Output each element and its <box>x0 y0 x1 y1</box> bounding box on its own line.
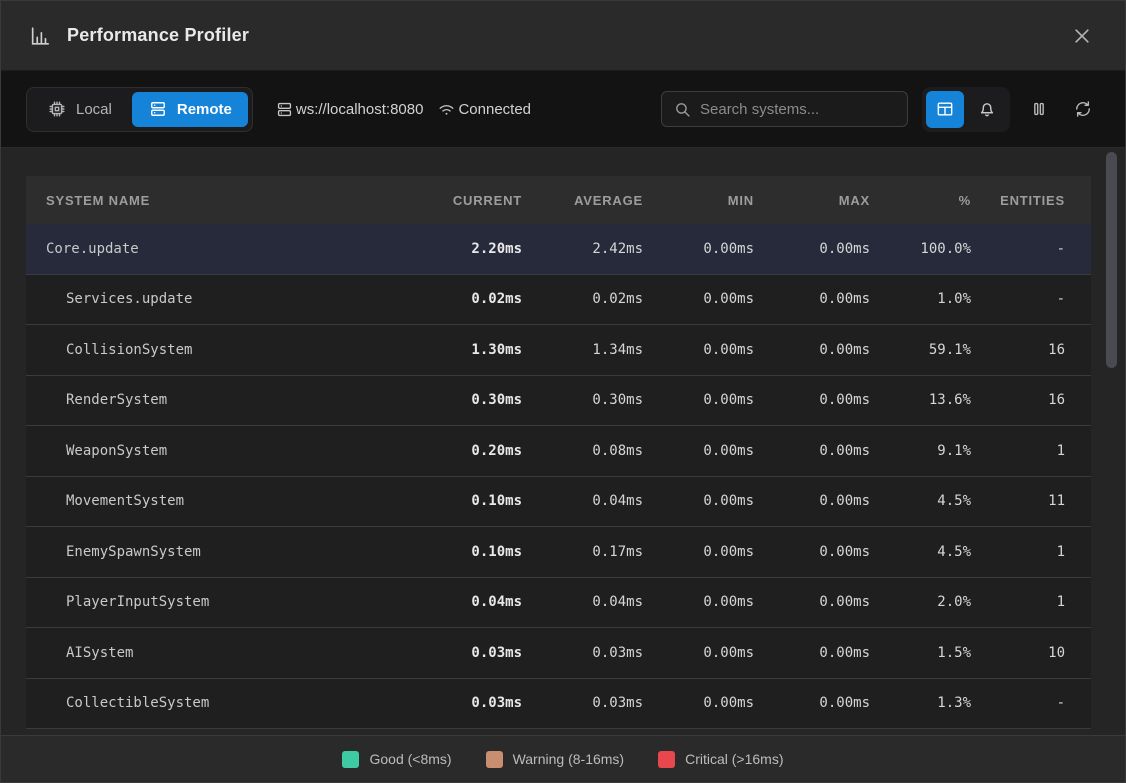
legend-good-label: Good (<8ms) <box>369 751 451 767</box>
toolbar: Local Remote <box>1 71 1125 148</box>
source-toggle-group: Local Remote <box>26 87 253 132</box>
column-header-min: MIN <box>643 193 754 208</box>
performance-profiler-window: Performance Profiler Local <box>0 0 1126 783</box>
vertical-scrollbar-track[interactable] <box>1105 150 1118 733</box>
server-icon <box>148 99 168 119</box>
legend-critical: Critical (>16ms) <box>658 751 783 768</box>
pause-button[interactable] <box>1022 92 1056 126</box>
systems-table: SYSTEM NAME CURRENT AVERAGE MIN MAX % EN… <box>26 176 1091 729</box>
connection-status-text: Connected <box>458 101 531 118</box>
search-input[interactable] <box>700 101 895 118</box>
table-row[interactable]: Core.update 2.20ms 2.42ms 0.00ms 0.00ms … <box>26 224 1091 275</box>
column-header-current: CURRENT <box>394 193 522 208</box>
table-body: Core.update 2.20ms 2.42ms 0.00ms 0.00ms … <box>26 224 1091 729</box>
connection-status: Connected <box>437 100 531 119</box>
critical-swatch <box>658 751 675 768</box>
warning-swatch <box>486 751 503 768</box>
close-icon[interactable] <box>1067 21 1097 51</box>
table-row[interactable]: PlayerInputSystem 0.04ms 0.04ms 0.00ms 0… <box>26 578 1091 629</box>
table-row[interactable]: AISystem 0.03ms 0.03ms 0.00ms 0.00ms 1.5… <box>26 628 1091 679</box>
table-row[interactable]: MovementSystem 0.10ms 0.04ms 0.00ms 0.00… <box>26 477 1091 528</box>
column-header-percent: % <box>870 193 971 208</box>
column-header-system-name: SYSTEM NAME <box>46 193 394 208</box>
bar-chart-icon <box>29 25 51 47</box>
table-row[interactable]: CollisionSystem 1.30ms 1.34ms 0.00ms 0.0… <box>26 325 1091 376</box>
legend-warning: Warning (8-16ms) <box>486 751 625 768</box>
refresh-button[interactable] <box>1066 92 1100 126</box>
remote-button-label: Remote <box>177 101 232 118</box>
remote-button[interactable]: Remote <box>132 92 248 127</box>
good-swatch <box>342 751 359 768</box>
legend-bar: Good (<8ms) Warning (8-16ms) Critical (>… <box>1 735 1125 782</box>
page-title: Performance Profiler <box>67 25 249 46</box>
table-row[interactable]: CollectibleSystem 0.03ms 0.03ms 0.00ms 0… <box>26 679 1091 730</box>
view-button-group <box>922 87 1010 132</box>
cpu-icon <box>47 99 67 119</box>
legend-warning-label: Warning (8-16ms) <box>513 751 625 767</box>
bell-icon <box>977 99 997 119</box>
table-layout-icon <box>935 99 955 119</box>
table-row[interactable]: WeaponSystem 0.20ms 0.08ms 0.00ms 0.00ms… <box>26 426 1091 477</box>
legend-critical-label: Critical (>16ms) <box>685 751 783 767</box>
column-header-entities: ENTITIES <box>971 193 1065 208</box>
content-area: SYSTEM NAME CURRENT AVERAGE MIN MAX % EN… <box>1 148 1125 735</box>
local-button-label: Local <box>76 101 112 118</box>
refresh-icon <box>1073 99 1093 119</box>
vertical-scrollbar-thumb[interactable] <box>1106 152 1117 368</box>
search-icon <box>674 101 691 118</box>
table-view-button[interactable] <box>926 91 964 128</box>
connection-url-text: ws://localhost:8080 <box>296 101 424 118</box>
local-button[interactable]: Local <box>31 92 128 127</box>
alerts-button[interactable] <box>968 91 1006 128</box>
connection-info: ws://localhost:8080 Connected <box>275 100 531 119</box>
title-bar: Performance Profiler <box>1 1 1125 71</box>
legend-good: Good (<8ms) <box>342 751 451 768</box>
connection-url: ws://localhost:8080 <box>275 100 424 119</box>
column-header-average: AVERAGE <box>522 193 643 208</box>
table-row[interactable]: EnemySpawnSystem 0.10ms 0.17ms 0.00ms 0.… <box>26 527 1091 578</box>
search-box <box>661 91 908 127</box>
pause-icon <box>1029 99 1049 119</box>
server-small-icon <box>275 100 294 119</box>
wifi-icon <box>437 100 456 119</box>
table-row[interactable]: Services.update 0.02ms 0.02ms 0.00ms 0.0… <box>26 275 1091 326</box>
column-header-max: MAX <box>754 193 870 208</box>
table-header: SYSTEM NAME CURRENT AVERAGE MIN MAX % EN… <box>26 176 1091 224</box>
table-row[interactable]: RenderSystem 0.30ms 0.30ms 0.00ms 0.00ms… <box>26 376 1091 427</box>
